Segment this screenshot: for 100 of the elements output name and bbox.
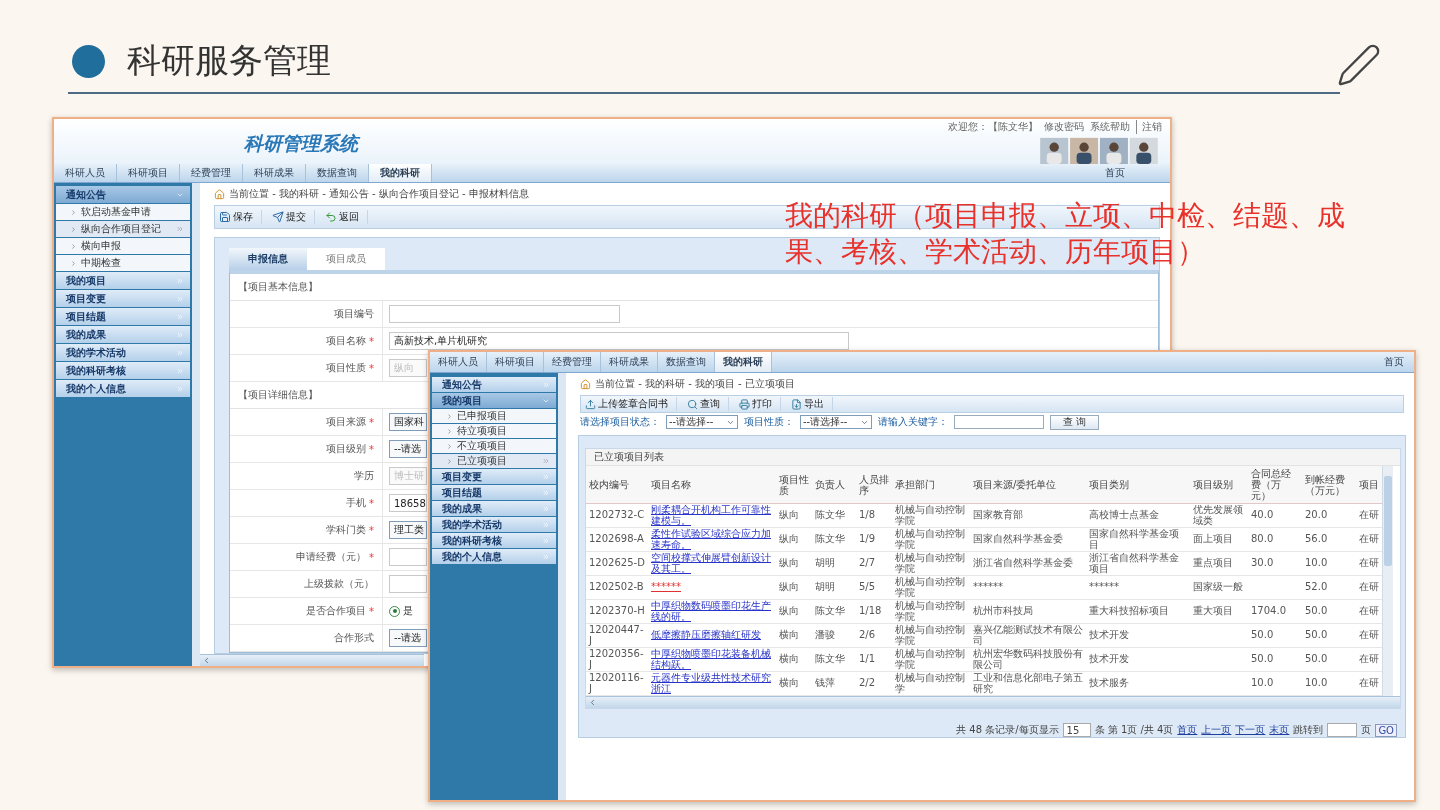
select-field[interactable]: --请选 bbox=[389, 629, 427, 647]
input-field[interactable]: 18658 bbox=[389, 494, 427, 512]
home-link[interactable]: 首页 bbox=[1105, 164, 1125, 182]
sidebar-group[interactable]: 我的项目 bbox=[56, 272, 190, 289]
search-button[interactable]: 查 询 bbox=[1050, 414, 1100, 430]
sidebar-item[interactable]: 软启动基金申请 bbox=[56, 204, 190, 220]
splitter-bar[interactable] bbox=[558, 373, 566, 800]
table-cell: 1/9 bbox=[856, 527, 892, 552]
sidebar-item[interactable]: 横向申报 bbox=[56, 238, 190, 254]
nav-tab[interactable]: 我的科研 bbox=[715, 352, 772, 372]
send-icon bbox=[272, 211, 284, 223]
sidebar-group[interactable]: 项目变更 bbox=[432, 469, 556, 484]
table-cell: 陈文华 bbox=[812, 503, 856, 528]
project-link[interactable]: 中厚织物数码喷墨印花生产线的研。 bbox=[651, 601, 773, 622]
radio-option[interactable]: 是 bbox=[389, 604, 413, 618]
sidebar-group[interactable]: 我的个人信息 bbox=[56, 380, 190, 397]
table-cell: 纵向 bbox=[776, 503, 812, 528]
scrollbar[interactable] bbox=[200, 654, 424, 666]
pager-link[interactable]: 上一页 bbox=[1201, 723, 1232, 737]
splitter-bar[interactable] bbox=[192, 183, 200, 666]
sidebar-group[interactable]: 通知公告 bbox=[432, 377, 556, 392]
filter-label: 项目性质： bbox=[744, 415, 794, 429]
sidebar-group[interactable]: 我的个人信息 bbox=[432, 549, 556, 564]
nav-tab[interactable]: 科研项目 bbox=[487, 352, 544, 372]
header-link[interactable]: 系统帮助 bbox=[1090, 120, 1130, 134]
toolbar-button[interactable]: 上传签章合同书 bbox=[585, 397, 677, 411]
home-link[interactable]: 首页 bbox=[1384, 352, 1404, 372]
nav-tab[interactable]: 科研人员 bbox=[430, 352, 487, 372]
sidebar-item[interactable]: 已申报项目 bbox=[432, 409, 556, 423]
sidebar-group[interactable]: 我的成果 bbox=[56, 326, 190, 343]
nav-tab[interactable]: 科研项目 bbox=[117, 164, 180, 182]
sidebar-group[interactable]: 项目变更 bbox=[56, 290, 190, 307]
project-link[interactable]: ****** bbox=[651, 582, 773, 593]
form-tab[interactable]: 申报信息 bbox=[229, 248, 307, 270]
table-cell: 横向 bbox=[776, 623, 812, 648]
header-link[interactable]: 注销 bbox=[1136, 120, 1162, 134]
input-field[interactable] bbox=[389, 548, 427, 566]
download-icon bbox=[791, 398, 802, 410]
table-cell: 技术开发 bbox=[1086, 647, 1190, 672]
sidebar-item[interactable]: 待立项项目 bbox=[432, 424, 556, 438]
header-link[interactable]: 修改密码 bbox=[1044, 120, 1084, 134]
select-field[interactable]: --请选择-- bbox=[666, 415, 738, 429]
project-link[interactable]: 空间校撑式伸展臂创新设计及其工。 bbox=[651, 553, 773, 574]
toolbar-button[interactable]: 打印 bbox=[739, 397, 781, 411]
page-size-field[interactable]: 15 bbox=[1062, 723, 1091, 737]
project-link[interactable]: 元器件专业级共性技术研究浙江 bbox=[651, 673, 773, 694]
scrollbar[interactable] bbox=[1382, 466, 1393, 696]
nav-tab[interactable]: 科研成果 bbox=[243, 164, 306, 182]
chevrons-right-icon bbox=[542, 536, 550, 545]
sidebar-item[interactable]: 纵向合作项目登记 bbox=[56, 221, 190, 237]
table-cell: 陈文华 bbox=[812, 527, 856, 552]
sidebar-group[interactable]: 我的学术活动 bbox=[432, 517, 556, 532]
field-label: 申请经费（元） bbox=[296, 550, 366, 564]
toolbar-button[interactable]: 保存 bbox=[219, 210, 262, 224]
project-link[interactable]: 刚柔耦合开机构工作可靠性建模与。 bbox=[651, 505, 773, 526]
field-label: 项目编号 bbox=[334, 307, 374, 321]
nav-tab[interactable]: 我的科研 bbox=[369, 164, 432, 182]
page-number-field[interactable] bbox=[1327, 723, 1358, 737]
sidebar-item[interactable]: 中期检查 bbox=[56, 255, 190, 271]
project-link[interactable]: 柔性作试验区域综合应力加速寿命。 bbox=[651, 529, 773, 550]
toolbar-button[interactable]: 查询 bbox=[687, 397, 729, 411]
table-cell: 纵向 bbox=[776, 527, 812, 552]
toolbar-button[interactable]: 导出 bbox=[791, 397, 833, 411]
nav-tab[interactable]: 经费管理 bbox=[180, 164, 243, 182]
table-cell: 杭州市科技局 bbox=[970, 599, 1086, 624]
sidebar-group[interactable]: 我的科研考核 bbox=[432, 533, 556, 548]
scrollbar[interactable] bbox=[586, 696, 1400, 708]
nav-tab[interactable]: 科研人员 bbox=[54, 164, 117, 182]
pager-link[interactable]: 下一页 bbox=[1235, 723, 1266, 737]
sidebar-group[interactable]: 我的项目 bbox=[432, 393, 556, 408]
project-link[interactable]: 低摩擦静压磨擦轴红研发 bbox=[651, 630, 773, 641]
input-field[interactable] bbox=[389, 305, 620, 323]
sidebar-group[interactable]: 项目结题 bbox=[432, 485, 556, 500]
sidebar-group[interactable]: 项目结题 bbox=[56, 308, 190, 325]
select-field[interactable]: --请选 bbox=[389, 440, 427, 458]
input-field[interactable] bbox=[389, 575, 427, 593]
sidebar-item[interactable]: 不立项项目 bbox=[432, 439, 556, 453]
table-caption: 已立项项目列表 bbox=[586, 449, 1400, 466]
nav-tab[interactable]: 经费管理 bbox=[544, 352, 601, 372]
select-field[interactable]: 理工类 bbox=[389, 521, 427, 539]
go-button[interactable]: GO bbox=[1375, 723, 1397, 737]
sidebar-group[interactable]: 我的科研考核 bbox=[56, 362, 190, 379]
nav-tab[interactable]: 科研成果 bbox=[601, 352, 658, 372]
pager-link[interactable]: 首页 bbox=[1177, 723, 1198, 737]
input-field[interactable]: 高新技术,单片机研究 bbox=[389, 332, 849, 350]
select-field[interactable]: --请选择-- bbox=[800, 415, 872, 429]
table-cell: 胡明 bbox=[812, 575, 856, 600]
input-field[interactable] bbox=[954, 415, 1044, 429]
sidebar-item[interactable]: 已立项项目 bbox=[432, 454, 556, 468]
pager-link[interactable]: 末页 bbox=[1269, 723, 1290, 737]
chevrons-right-icon bbox=[176, 225, 184, 233]
sidebar-group[interactable]: 通知公告 bbox=[56, 186, 190, 203]
table-cell: 国家自然科学基金项目 bbox=[1086, 527, 1190, 552]
project-link[interactable]: 中厚织物喷墨印花装备机械结构跃。 bbox=[651, 649, 773, 670]
form-tab[interactable]: 项目成员 bbox=[307, 248, 385, 270]
sidebar-group[interactable]: 我的成果 bbox=[432, 501, 556, 516]
toolbar-button[interactable]: 提交 bbox=[272, 210, 315, 224]
select-field[interactable]: 国家科 bbox=[389, 413, 427, 431]
toolbar-button[interactable]: 返回 bbox=[325, 210, 368, 224]
sidebar-group[interactable]: 我的学术活动 bbox=[56, 344, 190, 361]
